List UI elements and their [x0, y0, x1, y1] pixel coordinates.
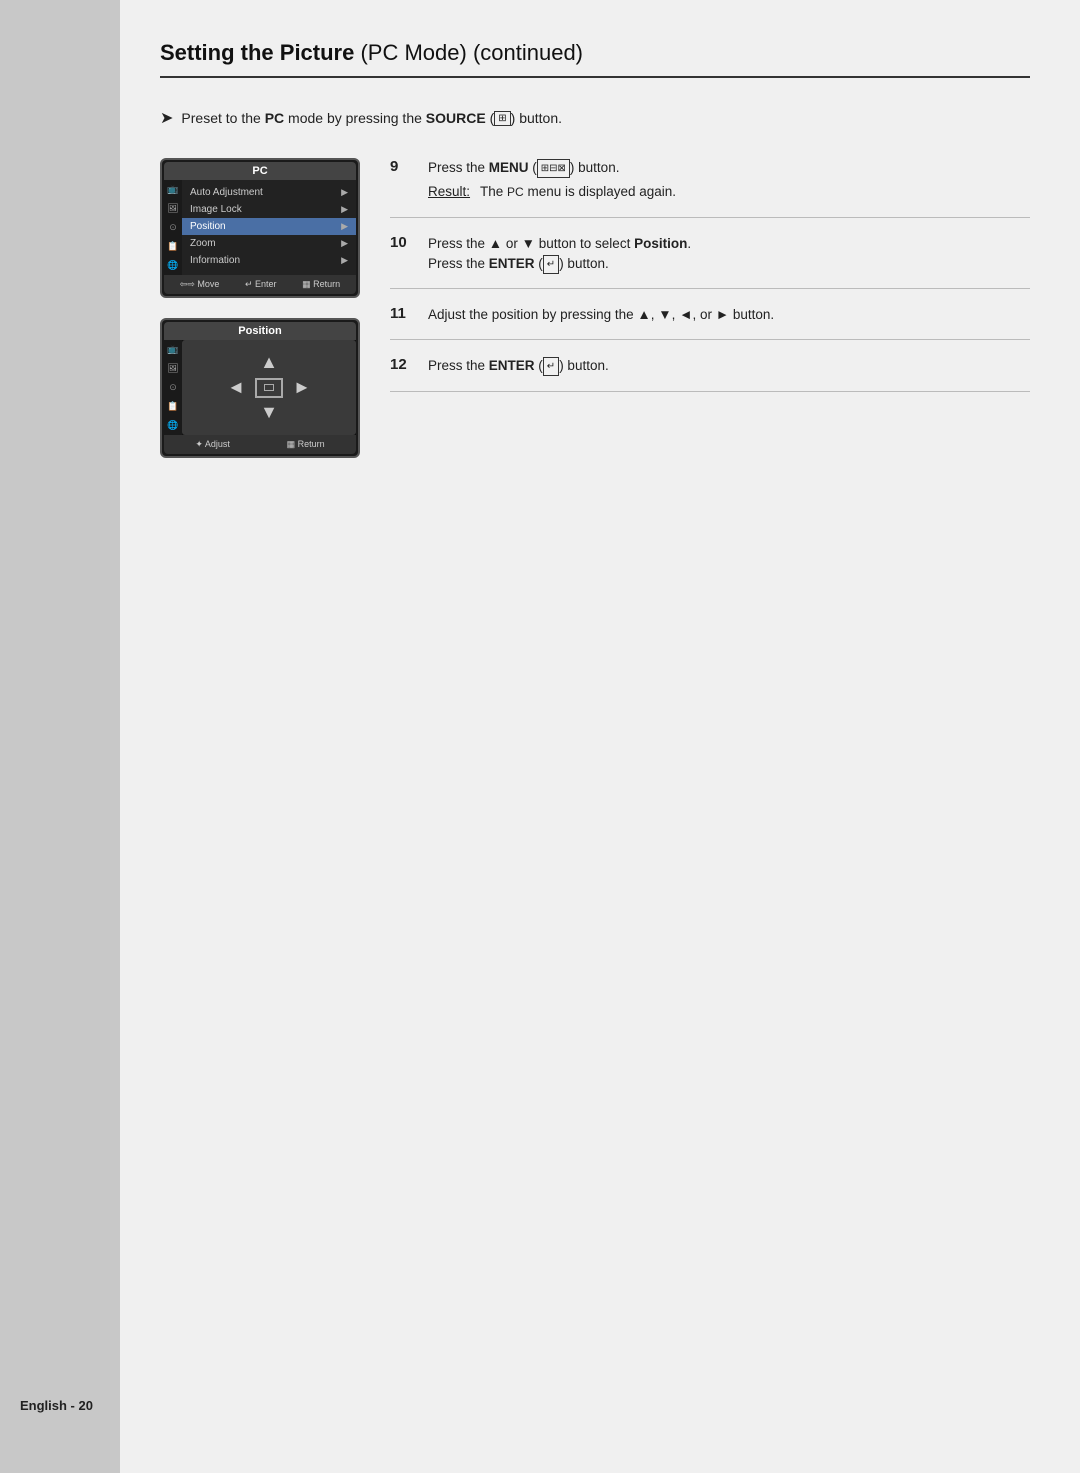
menu-item-zoom: Zoom ▶ — [182, 235, 356, 252]
pos-arrows-group: ▲ ◄ ► ▼ — [219, 344, 319, 431]
icon5: 🌐 — [166, 260, 180, 271]
right-col: 9 Press the MENU (⊞⊟⊠) button. Result: T… — [390, 158, 1030, 458]
title-bold: Setting the Picture — [160, 40, 354, 65]
tv-screen-pc-menu: PC 📺 🖼 ⊙ 📋 🌐 Auto Adjus — [160, 158, 360, 298]
footer-text: English - 20 — [20, 1398, 93, 1413]
step-10-row: 10 Press the ▲ or ▼ button to select Pos… — [390, 234, 1030, 290]
step-9-result: Result: The PC menu is displayed again. — [428, 182, 1030, 202]
pos-icons: 📺 🖼 ⊙ 📋 🌐 — [164, 340, 182, 435]
menu-item-info: Information ▶ — [182, 252, 356, 269]
main-columns: PC 📺 🖼 ⊙ 📋 🌐 Auto Adjus — [160, 158, 1030, 458]
pos-arrow-right: ► — [293, 377, 311, 398]
pos-icon3: ⊙ — [166, 382, 180, 393]
pos-arrow-down: ▼ — [260, 402, 278, 423]
pos-arrow-left: ◄ — [227, 377, 245, 398]
step-12-row: 12 Press the ENTER (↵) button. — [390, 356, 1030, 391]
tv-screen-inner-2: Position 📺 🖼 ⊙ 📋 🌐 — [164, 322, 356, 454]
step-10-main: Press the ▲ or ▼ button to select Positi… — [428, 234, 1030, 254]
step-12-num: 12 — [390, 356, 418, 373]
step-9-num: 9 — [390, 158, 418, 175]
pos-inner-box — [264, 384, 274, 391]
pos-center-box — [255, 378, 283, 398]
footer-enter: ↵ Enter — [245, 279, 277, 290]
pc-menu-icons: 📺 🖼 ⊙ 📋 🌐 — [164, 180, 182, 275]
pc-menu-body: 📺 🖼 ⊙ 📋 🌐 Auto Adjustment ▶ — [164, 180, 356, 275]
menu-item-auto: Auto Adjustment ▶ — [182, 184, 356, 201]
icon4: 📋 — [166, 241, 180, 252]
position-title: Position — [164, 322, 356, 340]
pos-icon4: 📋 — [166, 401, 180, 412]
pos-icon1: 📺 — [166, 344, 180, 355]
tv-screen-position: Position 📺 🖼 ⊙ 📋 🌐 — [160, 318, 360, 458]
pos-icon5: 🌐 — [166, 420, 180, 431]
step-10-content: Press the ▲ or ▼ button to select Positi… — [428, 234, 1030, 275]
arrow-icon: ➤ — [160, 108, 173, 128]
step-9-content: Press the MENU (⊞⊟⊠) button. Result: The… — [428, 158, 1030, 203]
step-10-num: 10 — [390, 234, 418, 251]
page: English - 20 Setting the Picture (PC Mod… — [0, 0, 1080, 1473]
preset-text: Preset to the PC mode by pressing the SO… — [181, 110, 562, 127]
icon2: 🖼 — [166, 203, 180, 214]
menu-item-position: Position ▶ — [182, 218, 356, 235]
page-title: Setting the Picture (PC Mode) (continued… — [160, 40, 1030, 78]
position-body: 📺 🖼 ⊙ 📋 🌐 ▲ — [164, 340, 356, 435]
left-margin: English - 20 — [0, 0, 120, 1473]
icon1: 📺 — [166, 184, 180, 195]
result-text: The PC menu is displayed again. — [480, 182, 676, 202]
step-11-num: 11 — [390, 305, 418, 322]
step-11-content: Adjust the position by pressing the ▲, ▼… — [428, 305, 1030, 325]
step-11-main: Adjust the position by pressing the ▲, ▼… — [428, 305, 1030, 325]
content-area: Setting the Picture (PC Mode) (continued… — [120, 0, 1080, 1473]
step-9-row: 9 Press the MENU (⊞⊟⊠) button. Result: T… — [390, 158, 1030, 218]
step-12-content: Press the ENTER (↵) button. — [428, 356, 1030, 376]
footer-adjust: ✦ Adjust — [195, 439, 230, 450]
footer-return: ▦ Return — [302, 279, 340, 290]
position-display: ▲ ◄ ► ▼ — [182, 340, 356, 435]
icon3: ⊙ — [166, 222, 180, 233]
menu-item-imagelock: Image Lock ▶ — [182, 201, 356, 218]
step-9-main: Press the MENU (⊞⊟⊠) button. — [428, 158, 1030, 178]
preset-line: ➤ Preset to the PC mode by pressing the … — [160, 108, 1030, 128]
pc-menu-title: PC — [164, 162, 356, 180]
position-footer: ✦ Adjust ▦ Return — [164, 435, 356, 454]
footer-move: ⇦⇨ Move — [180, 279, 220, 290]
step-12-main: Press the ENTER (↵) button. — [428, 356, 1030, 376]
pc-menu-footer: ⇦⇨ Move ↵ Enter ▦ Return — [164, 275, 356, 294]
step-10-sub: Press the ENTER (↵) button. — [428, 254, 1030, 274]
footer-return2: ▦ Return — [287, 439, 325, 450]
pos-mid-row: ◄ ► — [227, 377, 311, 398]
title-normal: (PC Mode) (continued) — [354, 40, 583, 65]
pos-arrow-up: ▲ — [260, 352, 278, 373]
tv-screen-inner-1: PC 📺 🖼 ⊙ 📋 🌐 Auto Adjus — [164, 162, 356, 294]
result-label: Result: — [428, 182, 470, 202]
left-col: PC 📺 🖼 ⊙ 📋 🌐 Auto Adjus — [160, 158, 360, 458]
pos-icon2: 🖼 — [166, 363, 180, 374]
pc-menu-items: Auto Adjustment ▶ Image Lock ▶ Position … — [182, 180, 356, 275]
step-11-row: 11 Adjust the position by pressing the ▲… — [390, 305, 1030, 340]
